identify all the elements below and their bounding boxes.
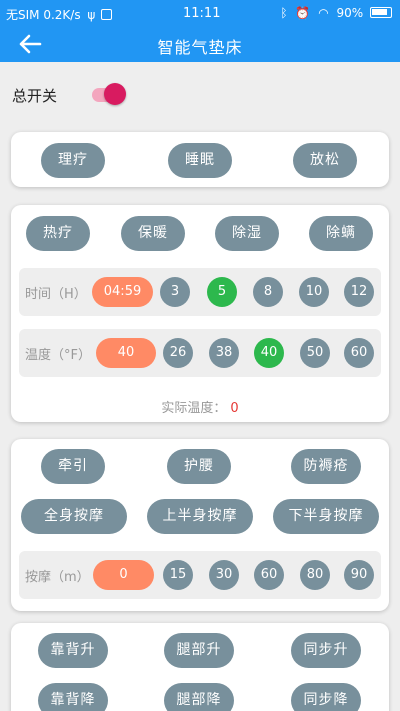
actual-temperature-label: 实际温度： [161,401,227,416]
traction-button[interactable]: 牵引 [41,449,105,484]
mode-button-therapy[interactable]: 理疗 [41,143,105,178]
sync-down-button[interactable]: 同步降 [291,683,361,711]
function-card: 热疗 保暖 除湿 除螨 时间（H） 04:59 3 5 8 10 12 温度（°… [11,205,389,422]
sync-up-button[interactable]: 同步升 [291,633,361,668]
time-row-label: 时间（H） [25,287,87,302]
dehumidify-button[interactable]: 除湿 [215,216,279,251]
leg-up-button[interactable]: 腿部升 [164,633,234,668]
massage-selected-value[interactable]: 0 [93,560,154,590]
anti-bedsore-button[interactable]: 防褥疮 [291,449,361,484]
leg-down-button[interactable]: 腿部降 [164,683,234,711]
temperature-row: 温度（°F） 40 26 38 40 50 60 [19,329,381,377]
lower-body-massage-button[interactable]: 下半身按摩 [273,499,379,534]
battery-text: 90% [336,6,364,20]
lift-card: 靠背升 腿部升 同步升 靠背降 腿部降 同步降 [11,623,389,711]
bluetooth-icon: ᛒ [280,6,288,20]
time-option-12[interactable]: 12 [344,277,374,307]
upper-body-massage-button[interactable]: 上半身按摩 [147,499,253,534]
massage-row-label: 按摩（m） [25,570,90,585]
page-title: 智能气垫床 [157,38,243,57]
time-row: 时间（H） 04:59 3 5 8 10 12 [19,268,381,316]
status-time: 11:11 [183,6,221,21]
backrest-down-button[interactable]: 靠背降 [38,683,108,711]
actual-temperature-value: 0 [230,401,239,416]
alarm-icon: ⏰ [295,6,311,20]
wifi-icon: ◠ [318,6,329,20]
actual-temperature: 实际温度： 0 [11,397,389,416]
heat-therapy-button[interactable]: 热疗 [26,216,90,251]
full-body-massage-button[interactable]: 全身按摩 [21,499,127,534]
temperature-row-label: 温度（°F） [25,348,91,363]
master-switch-row: 总开关 [12,82,212,106]
notification-icon [101,9,113,20]
backrest-up-button[interactable]: 靠背升 [38,633,108,668]
massage-option-90[interactable]: 90 [344,560,374,590]
toggle-knob [104,83,126,105]
battery-icon [370,7,392,18]
massage-card: 牵引 护腰 防褥疮 全身按摩 上半身按摩 下半身按摩 按摩（m） 0 15 30… [11,439,389,611]
time-option-8[interactable]: 8 [253,277,283,307]
status-right: ᛒ ⏰ ◠ 90% [280,6,392,20]
time-option-5[interactable]: 5 [207,277,237,307]
status-bar: 无SIM 0.2K/s ψ 11:11 ᛒ ⏰ ◠ 90% [0,0,400,26]
massage-option-15[interactable]: 15 [163,560,193,590]
usb-icon: ψ [87,8,96,22]
anti-mite-button[interactable]: 除螨 [309,216,373,251]
time-selected-value[interactable]: 04:59 [92,277,153,307]
carrier-text: 无SIM 0.2K/s [6,8,81,22]
master-toggle[interactable] [78,82,126,106]
warm-button[interactable]: 保暖 [121,216,185,251]
temperature-option-40[interactable]: 40 [254,338,284,368]
waist-care-button[interactable]: 护腰 [167,449,231,484]
temperature-selected-value[interactable]: 40 [96,338,156,368]
massage-option-30[interactable]: 30 [209,560,239,590]
status-left: 无SIM 0.2K/s ψ [6,6,113,23]
temperature-option-60[interactable]: 60 [344,338,374,368]
time-option-3[interactable]: 3 [160,277,190,307]
massage-duration-row: 按摩（m） 0 15 30 60 80 90 [19,551,381,599]
app-bar: 智能气垫床 [0,26,400,62]
temperature-option-38[interactable]: 38 [209,338,239,368]
master-switch-label: 总开关 [12,87,58,105]
mode-button-relax[interactable]: 放松 [293,143,357,178]
temperature-option-26[interactable]: 26 [163,338,193,368]
massage-option-60[interactable]: 60 [254,560,284,590]
mode-card: 理疗 睡眠 放松 [11,132,389,187]
massage-option-80[interactable]: 80 [300,560,330,590]
temperature-option-50[interactable]: 50 [300,338,330,368]
mode-button-sleep[interactable]: 睡眠 [168,143,232,178]
time-option-10[interactable]: 10 [299,277,329,307]
